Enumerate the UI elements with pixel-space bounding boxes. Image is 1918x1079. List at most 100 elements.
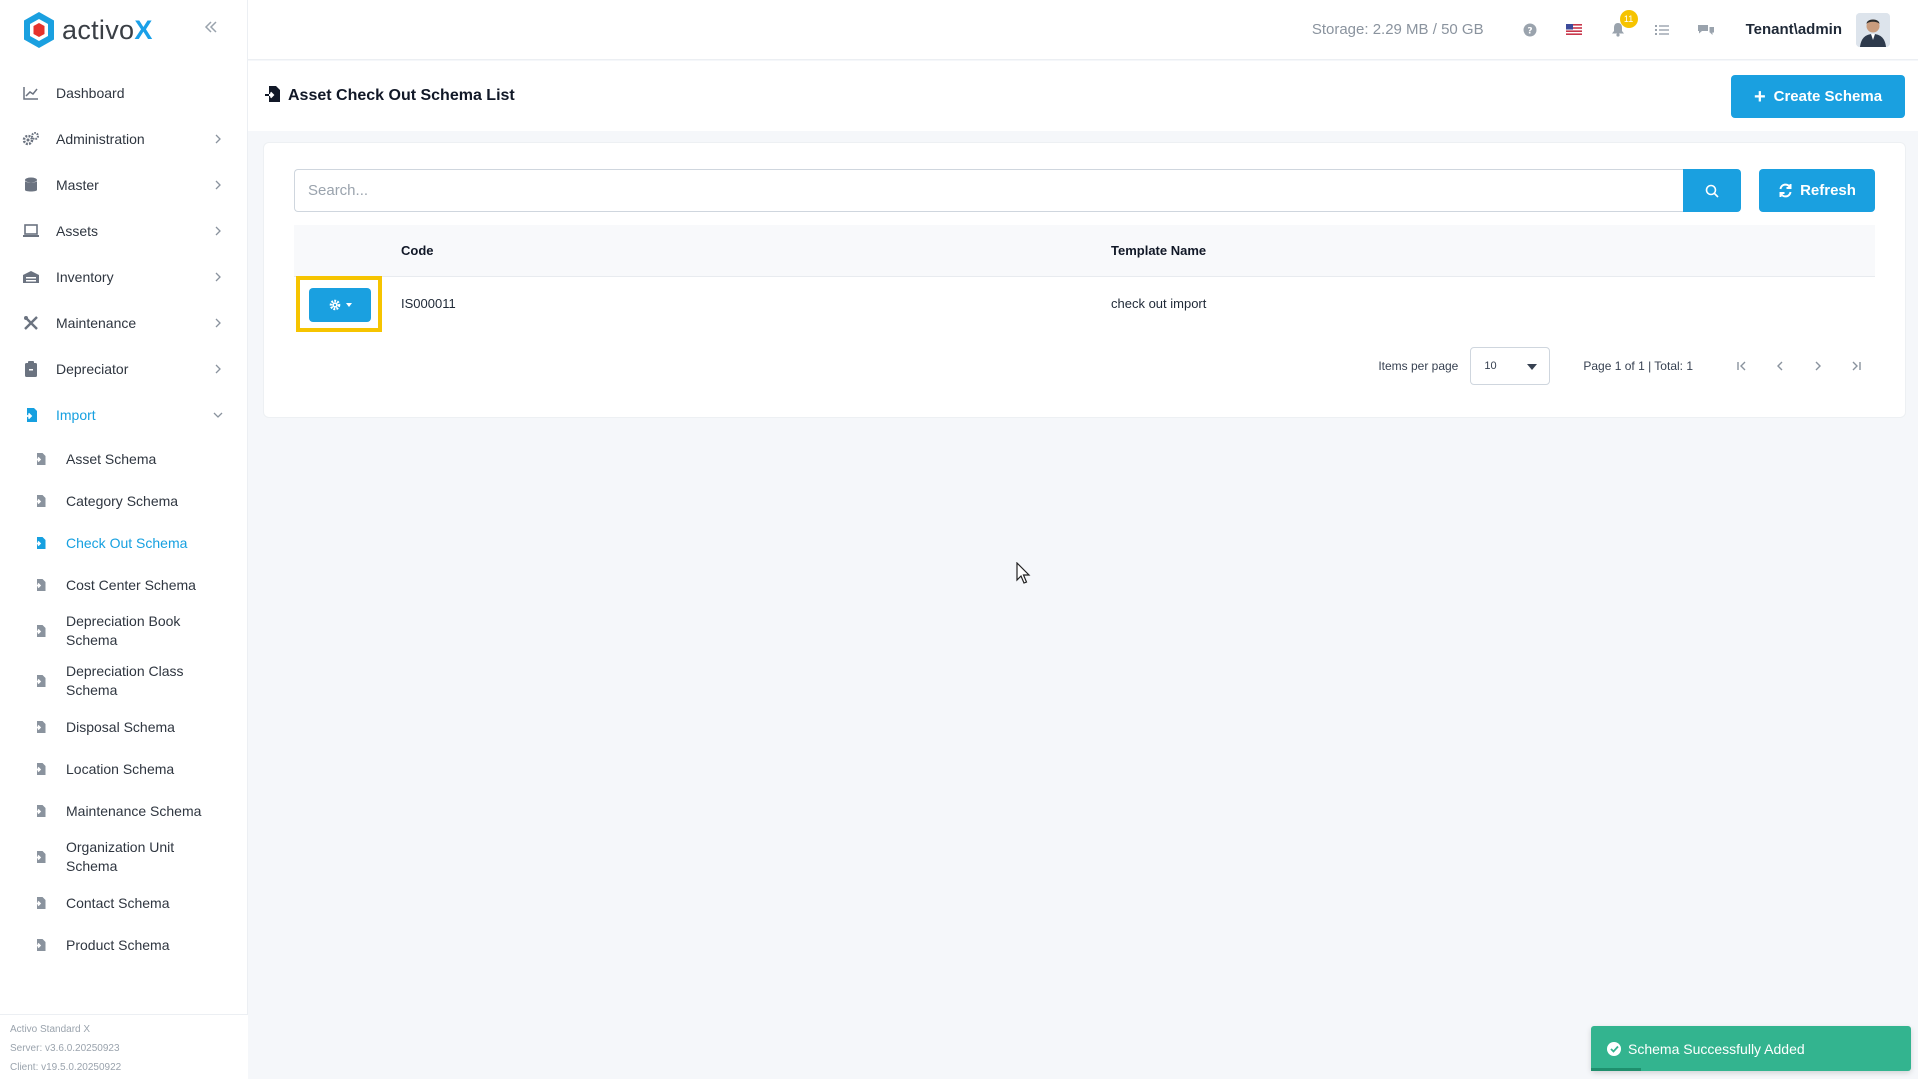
sidebar-subitem-check-out-schema[interactable]: Check Out Schema: [0, 522, 247, 564]
last-page-icon: [1852, 361, 1861, 371]
column-header-code[interactable]: Code: [401, 243, 1111, 258]
help-icon[interactable]: ?: [1520, 20, 1540, 40]
brand-name: activoX: [62, 14, 153, 45]
user-name[interactable]: Tenant\admin: [1746, 21, 1842, 38]
sidebar: activoX Dashboard Administration Master …: [0, 0, 248, 1079]
import-file-icon: [32, 535, 48, 551]
sidebar-item-dashboard[interactable]: Dashboard: [0, 70, 247, 116]
mouse-cursor-icon: [1016, 562, 1031, 584]
next-page-button[interactable]: [1799, 347, 1837, 385]
plus-icon: +: [1753, 85, 1766, 108]
chevron-right-icon: [213, 318, 223, 328]
chevron-right-icon: [213, 134, 223, 144]
sidebar-subitem-location-schema[interactable]: Location Schema: [0, 748, 247, 790]
sidebar-subitem-cost-center-schema[interactable]: Cost Center Schema: [0, 564, 247, 606]
check-circle-icon: [1607, 1041, 1621, 1056]
sidebar-item-label: Administration: [56, 131, 145, 147]
tasks-list-icon[interactable]: [1652, 20, 1672, 40]
refresh-button[interactable]: Refresh: [1759, 169, 1875, 212]
sidebar-item-inventory[interactable]: Inventory: [0, 254, 247, 300]
import-file-icon: [264, 85, 282, 108]
storage-usage: Storage: 2.29 MB / 50 GB: [1311, 21, 1484, 38]
schema-list-card: Refresh Code Template Name IS000011 chec…: [263, 142, 1906, 418]
refresh-label: Refresh: [1800, 182, 1856, 199]
table-row: IS000011 check out import: [294, 276, 1875, 332]
us-flag-icon[interactable]: [1564, 20, 1584, 40]
column-header-template-name[interactable]: Template Name: [1111, 243, 1875, 258]
first-page-button[interactable]: [1723, 347, 1761, 385]
import-file-icon: [32, 451, 48, 467]
chevron-right-icon: [1815, 361, 1821, 371]
import-file-icon: [32, 849, 48, 865]
sidebar-nav: Dashboard Administration Master Assets I…: [0, 60, 247, 966]
schema-table: Code Template Name IS000011 check out im…: [294, 225, 1875, 332]
import-file-icon: [32, 673, 48, 689]
avatar[interactable]: [1856, 12, 1890, 47]
sidebar-subitem-asset-schema[interactable]: Asset Schema: [0, 438, 247, 480]
gear-icon: [329, 299, 340, 311]
search-bar: [294, 169, 1741, 212]
sidebar-subitem-maintenance-schema[interactable]: Maintenance Schema: [0, 790, 247, 832]
sidebar-item-label: Inventory: [56, 269, 114, 285]
sidebar-subitem-organization-unit-schema[interactable]: Organization Unit Schema: [0, 832, 247, 882]
import-file-icon: [32, 895, 48, 911]
tools-icon: [22, 314, 40, 332]
sidebar-subitem-label: Asset Schema: [66, 450, 157, 467]
sidebar-item-depreciator[interactable]: Depreciator: [0, 346, 247, 392]
row-actions-cell: [294, 276, 401, 332]
import-file-icon: [32, 761, 48, 777]
page-title-bar: Asset Check Out Schema List + Create Sch…: [248, 61, 1918, 131]
clipboard-icon: [22, 360, 40, 378]
prev-page-button[interactable]: [1761, 347, 1799, 385]
sidebar-subitem-label: Product Schema: [66, 936, 170, 953]
create-schema-label: Create Schema: [1773, 88, 1883, 105]
import-file-icon: [32, 493, 48, 509]
sidebar-subitem-disposal-schema[interactable]: Disposal Schema: [0, 706, 247, 748]
version-info: Activo Standard X Server: v3.6.0.2025092…: [0, 1014, 248, 1079]
sidebar-subitem-contact-schema[interactable]: Contact Schema: [0, 882, 247, 924]
collapse-sidebar-icon[interactable]: [201, 18, 221, 38]
sidebar-subitem-label: Depreciation Book Schema: [66, 613, 181, 648]
sidebar-item-import[interactable]: Import: [0, 392, 247, 438]
chevron-right-icon: [213, 272, 223, 282]
server-version: Server: v3.6.0.20250923: [10, 1043, 120, 1054]
activo-logo-icon: [24, 12, 54, 48]
chevron-down-icon: [213, 410, 223, 420]
toast-progress-bar: [1591, 1068, 1641, 1071]
items-per-page-label: Items per page: [1378, 359, 1459, 373]
import-file-icon: [32, 803, 48, 819]
sidebar-subitem-depreciation-class-schema[interactable]: Depreciation Class Schema: [0, 656, 247, 706]
sidebar-subitem-category-schema[interactable]: Category Schema: [0, 480, 247, 522]
sidebar-item-maintenance[interactable]: Maintenance: [0, 300, 247, 346]
search-input[interactable]: [294, 169, 1683, 212]
sidebar-item-label: Import: [56, 407, 96, 423]
sidebar-subitem-label: Maintenance Schema: [66, 802, 202, 819]
page-title: Asset Check Out Schema List: [288, 87, 515, 104]
sidebar-item-label: Maintenance: [56, 315, 137, 331]
sidebar-item-master[interactable]: Master: [0, 162, 247, 208]
chat-icon[interactable]: [1696, 20, 1716, 40]
sidebar-item-label: Master: [56, 177, 99, 193]
code-cell: IS000011: [401, 295, 456, 311]
row-actions-button[interactable]: [309, 288, 371, 322]
chevron-right-icon: [213, 226, 223, 236]
items-per-page-select[interactable]: 10: [1470, 347, 1551, 385]
success-toast[interactable]: Schema Successfully Added: [1591, 1026, 1911, 1071]
caret-down-icon: [345, 303, 352, 307]
sidebar-item-administration[interactable]: Administration: [0, 116, 247, 162]
create-schema-button[interactable]: + Create Schema: [1731, 75, 1905, 118]
refresh-icon: [1779, 183, 1792, 198]
sidebar-subitem-product-schema[interactable]: Product Schema: [0, 924, 247, 966]
notification-bell-icon[interactable]: 11: [1608, 9, 1638, 40]
search-button[interactable]: [1683, 169, 1741, 212]
warehouse-icon: [22, 268, 40, 286]
sidebar-item-assets[interactable]: Assets: [0, 208, 247, 254]
last-page-button[interactable]: [1837, 347, 1875, 385]
sidebar-subitem-depreciation-book-schema[interactable]: Depreciation Book Schema: [0, 606, 247, 656]
import-file-icon: [32, 719, 48, 735]
chevron-right-icon: [213, 180, 223, 190]
page-info: Page 1 of 1 | Total: 1: [1583, 359, 1693, 373]
first-page-icon: [1737, 361, 1746, 371]
import-icon: [22, 406, 40, 424]
database-icon: [22, 176, 40, 194]
